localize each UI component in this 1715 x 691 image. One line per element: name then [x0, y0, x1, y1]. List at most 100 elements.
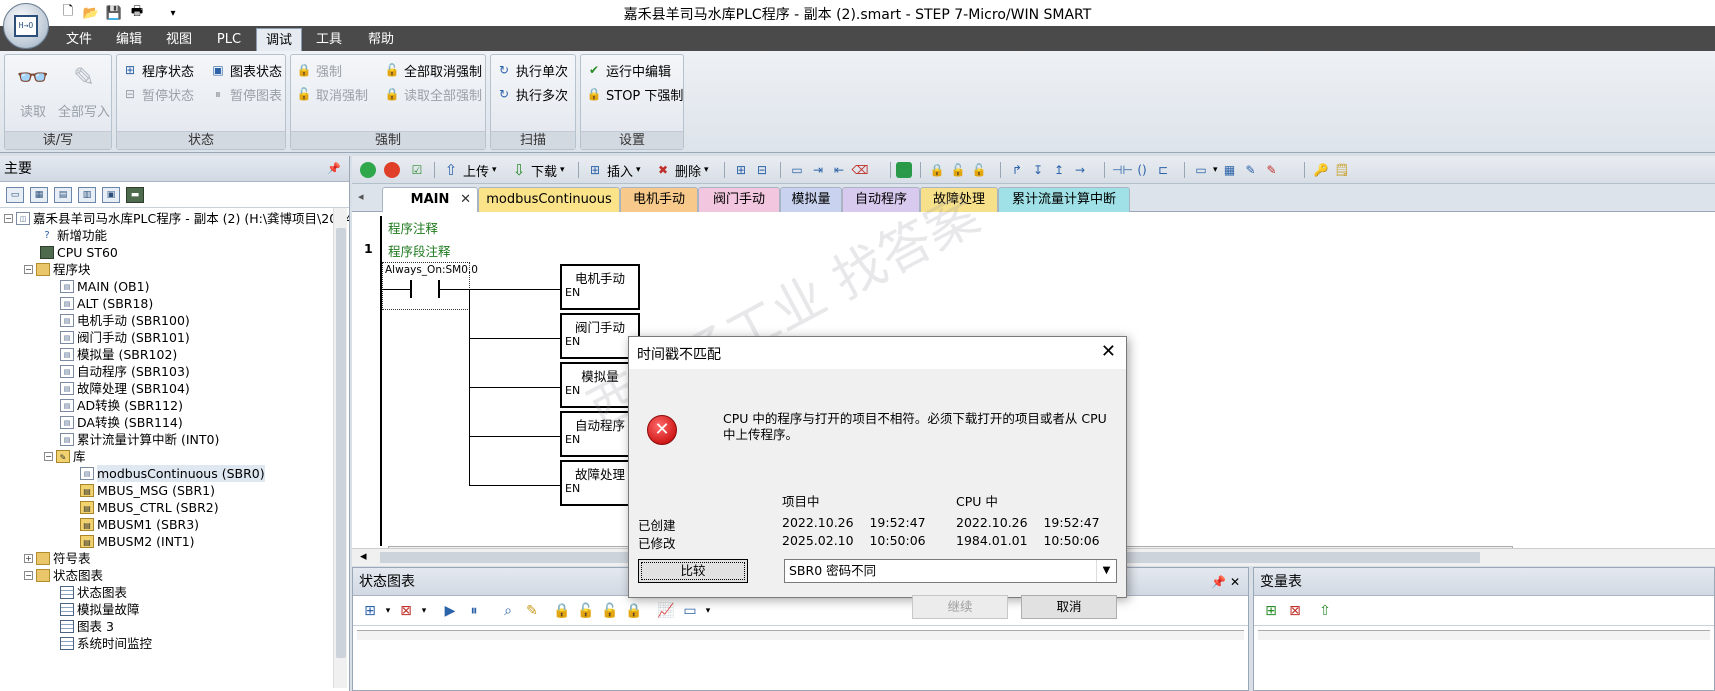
ladder-element-buttons[interactable]: ⊣⊢ () ⊏ [1112, 160, 1172, 180]
tree-item-alt[interactable]: ▤ ALT (SBR18) [60, 295, 153, 312]
close-icon[interactable]: ✕ [1230, 575, 1240, 589]
program-comment[interactable]: 程序注释 [388, 218, 438, 237]
pou-tab-fault[interactable]: 故障处理 [920, 187, 998, 212]
tree-item-mbusm1[interactable]: ▤ MBUSM1 (SBR3) [80, 516, 199, 533]
tree-item-analog-fault[interactable]: 模拟量故障 [60, 601, 140, 618]
run-button[interactable] [360, 160, 376, 180]
tree-item-cpu[interactable]: CPU ST60 [40, 244, 118, 261]
system-block-icon[interactable]: ▣ [102, 186, 120, 203]
tree-item-symbol-table[interactable]: + 符号表 [24, 550, 91, 567]
call-box-motor-manual[interactable]: 电机手动 EN [560, 264, 640, 310]
pou-tab-flow-interrupt[interactable]: 累计流量计算中断 [998, 187, 1130, 212]
tree-item-auto-program[interactable]: ▤ 自动程序 (SBR103) [60, 363, 190, 380]
ladder-line-buttons[interactable]: ↱ ↧ ↥ → [1008, 160, 1089, 180]
scrollbar-thumb[interactable] [336, 228, 346, 658]
close-icon[interactable]: ✕ [1101, 341, 1116, 362]
execute-single-button[interactable]: ↻ 执行单次 [495, 59, 568, 81]
pou-tab-modbus[interactable]: modbusContinuous [478, 187, 620, 212]
upload-button[interactable]: ⇧ 上传 ▾ [442, 160, 497, 180]
tree-item-main[interactable]: ▤ MAIN (OB1) [60, 278, 149, 295]
insert-button[interactable]: ⊞ 插入 ▾ [586, 160, 641, 180]
collapse-icon[interactable]: − [4, 214, 13, 223]
cross-reference-icon[interactable]: ▬ [126, 186, 144, 203]
binoculars-icon[interactable]: ⌕ [499, 602, 517, 620]
tab-help[interactable]: 帮助 [358, 28, 404, 51]
pou-tab-motor-manual[interactable]: 电机手动 [620, 187, 698, 212]
program-status-button[interactable]: ⊞ 程序状态 [121, 59, 194, 81]
tree-item-da[interactable]: ▤ DA转换 (SBR114) [60, 414, 183, 431]
program-block-icon[interactable]: ▭ [6, 186, 24, 203]
tab-file[interactable]: 文件 [58, 28, 100, 51]
dropdown-icon[interactable]: ▾ [415, 602, 433, 620]
delete-button[interactable]: ✖ 删除 ▾ [654, 160, 709, 180]
tree-scrollbar[interactable] [333, 208, 347, 688]
tree-item-motor-manual[interactable]: ▤ 电机手动 (SBR100) [60, 312, 190, 329]
chevron-down-icon[interactable]: ▼ [1096, 560, 1116, 582]
cancel-button[interactable]: 取消 [1021, 595, 1117, 619]
tree-item-system-time[interactable]: 系统时间监控 [60, 635, 152, 652]
collapse-icon[interactable]: − [44, 452, 53, 461]
pin-icon[interactable]: 📌 [1211, 575, 1226, 589]
chart-status-button[interactable]: ▣ 图表状态 [209, 59, 282, 81]
tab-view[interactable]: 视图 [158, 28, 200, 51]
expand-icon[interactable]: + [24, 554, 33, 563]
chart-status-icon[interactable]: ▶ [441, 602, 459, 620]
tree-item-mbus-msg[interactable]: ▤ MBUS_MSG (SBR1) [80, 482, 215, 499]
pause-status-button[interactable]: ⊟ 暂停状态 [121, 83, 194, 105]
status-chart-icon[interactable]: ▤ [54, 186, 72, 203]
network-comment[interactable]: 程序段注释 [388, 241, 451, 260]
tree-item-modbus-continuous[interactable]: ▤ modbusContinuous (SBR0) [80, 465, 265, 482]
force-tool-buttons[interactable]: 🔒 🔓 🔓 [928, 160, 988, 180]
unforce-button[interactable]: 🔓 取消强制 [295, 83, 369, 105]
tab-tools[interactable]: 工具 [308, 28, 350, 51]
continue-button[interactable]: 继续 [912, 595, 1008, 619]
bookmark-buttons[interactable]: ▭ ⇥ ⇤ ⌫ [788, 160, 869, 180]
key-buttons[interactable]: 🔑 🗒 [1312, 160, 1351, 180]
trend-view-icon[interactable]: 📈 [657, 602, 675, 620]
delete-row-icon[interactable]: ⊠ [1286, 602, 1304, 620]
dropdown-icon[interactable]: ▾ [704, 165, 709, 175]
tree-item-status-chart[interactable]: − 状态图表 [24, 567, 103, 584]
compare-button[interactable]: 比较 [638, 559, 748, 583]
tree-item-project[interactable]: − ◫ 嘉禾县羊司马水库PLC程序 - 副本 (2) (H:\龚博项目\2024年I [4, 210, 349, 227]
tree-item-mbusm2[interactable]: ▤ MBUSM2 (INT1) [80, 533, 195, 550]
pou-tab-main[interactable]: MAIN ✕ [382, 187, 478, 212]
tree-item-library[interactable]: − ✎ 库 [44, 448, 86, 465]
tree-item-status-chart-1[interactable]: 状态图表 [60, 584, 127, 601]
goto-button[interactable] [896, 160, 912, 180]
pou-tab-auto-program[interactable]: 自动程序 [842, 187, 920, 212]
add-row-icon[interactable]: ⊞ [361, 602, 379, 620]
unforce-all-icon[interactable]: 🔓 [601, 602, 619, 620]
write-all-button[interactable]: ✎ 全部写入 [57, 61, 111, 120]
pencil-icon[interactable]: ✎ [523, 602, 541, 620]
stop-button[interactable] [384, 160, 400, 180]
application-menu-button[interactable]: H→O [3, 3, 49, 49]
scroll-left-icon[interactable]: ◂ [360, 549, 367, 564]
tab-edit[interactable]: 编辑 [108, 28, 150, 51]
read-button[interactable]: 👓 读取 [11, 61, 55, 120]
dropdown-icon[interactable]: ▾ [379, 602, 397, 620]
tree-item-ad[interactable]: ▤ AD转换 (SBR112) [60, 397, 183, 414]
upload-variables-icon[interactable]: ⇧ [1316, 602, 1334, 620]
execute-multiple-button[interactable]: ↻ 执行多次 [495, 83, 568, 105]
pou-tab-valve-manual[interactable]: 阀门手动 [698, 187, 780, 212]
dropdown-icon[interactable]: ▾ [560, 165, 565, 175]
compile-button[interactable]: ☑ [408, 160, 426, 180]
stop-force-button[interactable]: 🔒 STOP 下强制 [585, 83, 684, 105]
tree-item-new-features[interactable]: ? 新增功能 [40, 227, 107, 244]
tab-scroll-left-icon[interactable]: ◂ [358, 190, 364, 203]
dropdown-icon[interactable]: ▾ [699, 602, 717, 620]
force-lock-icon[interactable]: 🔒 [553, 602, 571, 620]
tree-item-mbus-ctrl[interactable]: ▤ MBUS_CTRL (SBR2) [80, 499, 219, 516]
insert-row-icon[interactable]: ⊞ [1262, 602, 1280, 620]
unforce-all-button[interactable]: 🔓 全部取消强制 [383, 59, 483, 81]
pou-tab-analog[interactable]: 模拟量 [780, 187, 842, 212]
tree-item-fault[interactable]: ▤ 故障处理 (SBR104) [60, 380, 190, 397]
network-icon-button[interactable]: ⊞ ⊟ [732, 160, 771, 180]
tree-item-chart-3[interactable]: 图表 3 [60, 618, 114, 635]
pause-chart-button[interactable]: ⏸ 暂停图表 [209, 83, 282, 105]
dropdown-icon[interactable]: ▾ [1213, 165, 1218, 175]
tab-plc[interactable]: PLC [208, 28, 250, 51]
collapse-icon[interactable]: − [24, 571, 33, 580]
read-forced-icon[interactable]: 🔒 [625, 602, 643, 620]
